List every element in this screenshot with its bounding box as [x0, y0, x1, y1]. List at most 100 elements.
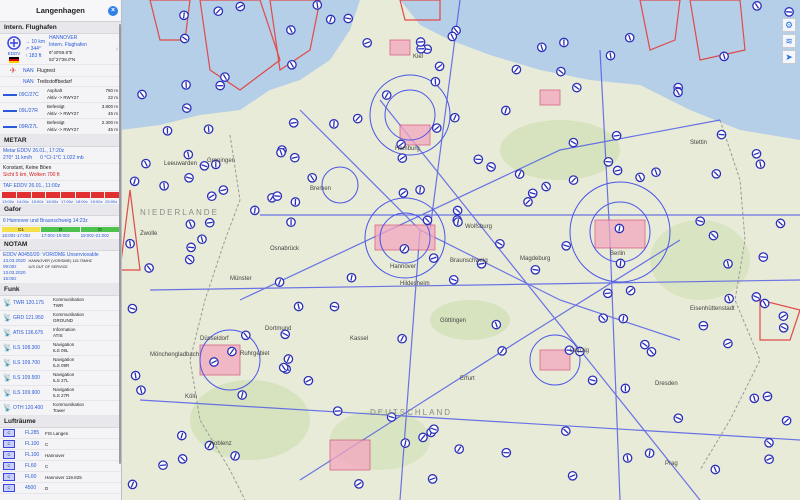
navaid-symbol[interactable] [751, 148, 762, 159]
navaid-symbol[interactable] [775, 218, 786, 229]
navaid-symbol[interactable] [561, 240, 572, 251]
navaid-symbol[interactable] [362, 37, 373, 48]
airspace-row[interactable]: C 4500 D [0, 483, 121, 494]
navaid-symbol[interactable] [723, 258, 733, 269]
navaid-symbol[interactable] [181, 80, 191, 90]
navaid-symbol[interactable] [605, 50, 616, 61]
funk-row[interactable]: 📡 ILS 109.500 Navigation ILS 27L [0, 371, 121, 386]
navaid-symbol[interactable] [312, 0, 323, 10]
navaid-symbol[interactable] [644, 448, 655, 459]
navaid-symbol[interactable] [237, 390, 248, 400]
runway-row[interactable]: 09L/27R Befestigt 3.800 m Aktiv -> RWY27 4… [0, 103, 121, 119]
navaid-symbol[interactable] [286, 25, 296, 35]
runway-row[interactable]: 09R/27L Befestigt 2.300 m Aktiv -> RWY27 4… [0, 119, 121, 135]
funk-row[interactable]: 📡 ATIS 136.675 Information ATIS [0, 326, 121, 341]
navaid-symbol[interactable] [283, 354, 294, 364]
navaid-symbol[interactable] [249, 205, 260, 216]
navaid-symbol[interactable] [603, 156, 614, 167]
navaid-symbol[interactable] [286, 217, 296, 228]
navaid-symbol[interactable] [764, 454, 774, 465]
navaid-symbol[interactable] [624, 32, 635, 43]
airspace-row[interactable]: C FL60 C [0, 461, 121, 472]
navaid-symbol[interactable] [418, 432, 428, 443]
navaid-symbol[interactable] [177, 454, 188, 464]
navaid-symbol[interactable] [220, 72, 230, 82]
navaid-symbol[interactable] [448, 274, 459, 285]
navaid-symbol[interactable] [620, 383, 631, 394]
navaid-symbol[interactable] [778, 311, 789, 322]
navaid-symbol[interactable] [204, 217, 215, 228]
panel-scrollbar[interactable] [119, 24, 121, 464]
navaid-symbol[interactable] [711, 168, 722, 179]
navaid-symbol[interactable] [129, 176, 140, 187]
navaid-symbol[interactable] [227, 346, 237, 357]
navaid-symbol[interactable] [587, 375, 598, 386]
navaid-symbol[interactable] [185, 219, 196, 230]
navaid-symbol[interactable] [288, 117, 299, 128]
navaid-symbol[interactable] [213, 6, 224, 17]
navaid-symbol[interactable] [635, 172, 645, 183]
navaid-symbol[interactable] [427, 474, 438, 484]
navaid-symbol[interactable] [758, 252, 769, 262]
navaid-symbol[interactable] [598, 313, 609, 324]
navaid-symbol[interactable] [332, 406, 343, 416]
navaid-symbol[interactable] [430, 76, 441, 87]
navaid-symbol[interactable] [381, 90, 392, 100]
navaid-symbol[interactable] [611, 130, 622, 141]
navaid-symbol[interactable] [452, 205, 463, 216]
navaid-symbol[interactable] [716, 129, 727, 140]
runway-row[interactable]: 09C/27C Asphalt 780 m Aktiv -> RWY27 22 m [0, 87, 121, 103]
navaid-symbol[interactable] [764, 437, 774, 448]
locate-icon[interactable]: ➤ [782, 50, 796, 64]
navaid-symbol[interactable] [127, 303, 138, 314]
taf-row[interactable]: TAF EDDV 26.01., 11:00z [0, 181, 121, 191]
funk-row[interactable]: 📡 ILS 109.900 Navigation ILS 27R [0, 386, 121, 401]
navaid-symbol[interactable] [137, 89, 147, 100]
navaid-symbol[interactable] [274, 277, 285, 287]
navaid-symbol[interactable] [602, 288, 613, 299]
navaid-symbol[interactable] [622, 453, 633, 463]
navaid-symbol[interactable] [329, 301, 340, 312]
airspace-row[interactable]: C FL100 Hannover [0, 450, 121, 461]
navaid-symbol[interactable] [615, 258, 626, 269]
navaid-symbol[interactable] [755, 159, 766, 170]
navaid-symbol[interactable] [514, 169, 525, 179]
navaid-symbol[interactable] [567, 470, 578, 481]
navaid-symbol[interactable] [343, 13, 354, 24]
navaid-symbol[interactable] [398, 188, 409, 198]
navaid-symbol[interactable] [614, 223, 625, 234]
navaid-symbol[interactable] [698, 320, 709, 331]
navaid-symbol[interactable] [272, 191, 283, 201]
navaid-symbol[interactable] [209, 357, 219, 367]
navaid-symbol[interactable] [536, 42, 547, 53]
navaid-symbol[interactable] [218, 185, 229, 195]
navaid-symbol[interactable] [162, 125, 173, 136]
funk-row[interactable]: 📡 GRD 121.950 Kommunikation GROUND [0, 311, 121, 326]
close-icon[interactable]: × [108, 6, 118, 16]
navaid-symbol[interactable] [399, 243, 410, 254]
navaid-symbol[interactable] [723, 338, 733, 349]
gafor-region[interactable]: 6 Hannover und Braunschweig 14:23z [0, 216, 121, 226]
navaid-symbol[interactable] [541, 181, 551, 192]
navaid-symbol[interactable] [325, 14, 336, 25]
navaid-symbol[interactable] [136, 385, 146, 396]
navaid-symbol[interactable] [184, 254, 195, 265]
navaid-symbol[interactable] [127, 479, 138, 490]
navaid-symbol[interactable] [784, 7, 794, 17]
navaid-symbol[interactable] [486, 162, 496, 172]
navaid-symbol[interactable] [307, 172, 318, 183]
navaid-symbol[interactable] [495, 238, 505, 249]
navaid-symbol[interactable] [724, 293, 734, 304]
navaid-symbol[interactable] [708, 230, 719, 241]
airspace-row[interactable]: C FL285 FIS Langen [0, 428, 121, 439]
navaid-symbol[interactable] [397, 153, 408, 163]
funk-row[interactable]: 📡 OTH 120.400 Kommunikation Tower [0, 401, 121, 416]
navaid-symbol[interactable] [695, 216, 706, 227]
navaid-symbol[interactable] [415, 37, 426, 47]
navaid-symbol[interactable] [749, 393, 760, 404]
airport-summary[interactable]: EDDV → 10 km ↗ 344° ↑ 183 ft HANNOVER In… [0, 34, 121, 65]
navaid-symbol[interactable] [751, 292, 762, 302]
navaid-symbol[interactable] [289, 152, 300, 163]
navaid-symbol[interactable] [673, 413, 684, 424]
navaid-symbol[interactable] [179, 33, 190, 44]
